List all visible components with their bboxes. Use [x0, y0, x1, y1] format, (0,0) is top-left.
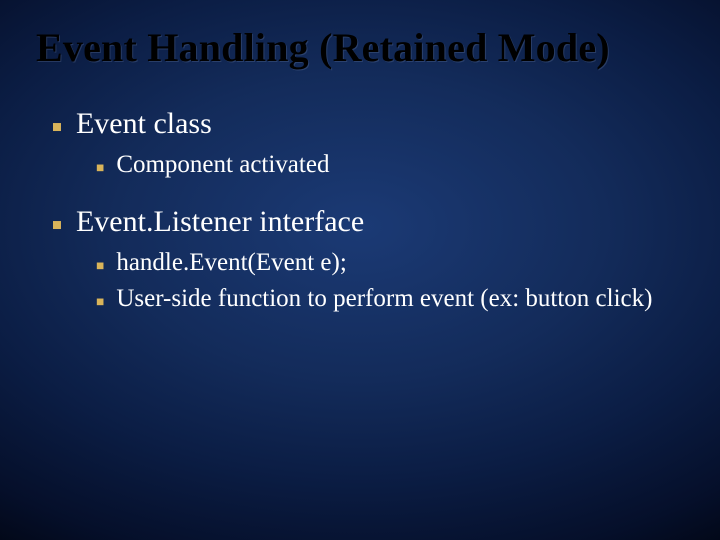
list-item-text: handle.Event(Event e);: [116, 247, 680, 280]
list-item: ■ Event class: [52, 105, 680, 143]
slide-body: ■ Event class ■ Component activated ■ Ev…: [0, 81, 720, 316]
list-item-text: User-side function to perform event (ex:…: [116, 283, 680, 316]
list-item-text: Event.Listener interface: [76, 203, 680, 241]
list-item: ■ Component activated: [96, 149, 680, 182]
square-bullet-icon: ■: [52, 217, 62, 234]
square-bullet-icon: ■: [52, 119, 62, 136]
slide-title: Event Handling (Retained Mode): [0, 0, 720, 81]
slide: Event Handling (Retained Mode) ■ Event c…: [0, 0, 720, 540]
list-item: ■ Event.Listener interface: [52, 203, 680, 241]
square-bullet-icon: ■: [96, 295, 104, 309]
square-bullet-icon: ■: [96, 161, 104, 175]
list-item-text: Event class: [76, 105, 680, 143]
list-item-text: Component activated: [116, 149, 680, 182]
list-item: ■ handle.Event(Event e);: [96, 247, 680, 280]
list-item: ■ User-side function to perform event (e…: [96, 283, 680, 316]
square-bullet-icon: ■: [96, 259, 104, 273]
